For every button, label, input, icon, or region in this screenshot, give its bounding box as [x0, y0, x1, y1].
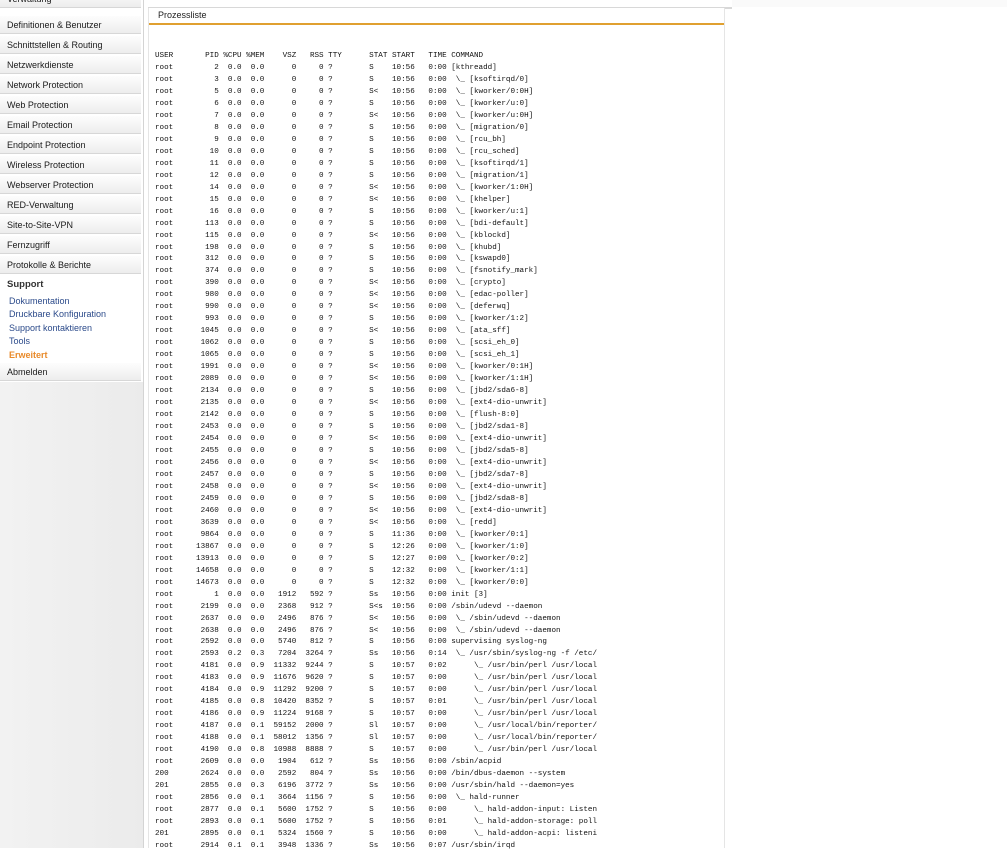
nav-item-web-protection[interactable]: Web Protection	[0, 95, 141, 114]
process-list: USER PID %CPU %MEM VSZ RSS TTY STAT STAR…	[155, 52, 598, 850]
nav-item-wireless-protection[interactable]: Wireless Protection	[0, 155, 141, 174]
content-panel: Prozessliste USER PID %CPU %MEM VSZ RSS …	[148, 8, 725, 850]
sidebar-background	[0, 382, 143, 848]
support-heading[interactable]: Support	[7, 279, 43, 290]
nav-item-netzwerkdienste[interactable]: Netzwerkdienste	[0, 55, 141, 74]
support-link-dokumentation[interactable]: Dokumentation	[9, 296, 70, 306]
top-divider-right	[732, 0, 1007, 7]
tab-underline	[149, 23, 724, 25]
support-link-tools[interactable]: Tools	[9, 336, 30, 346]
support-link-erweitert[interactable]: Erweitert	[9, 350, 48, 360]
support-link-support-kontaktieren[interactable]: Support kontaktieren	[9, 323, 92, 333]
nav-item-verwaltung[interactable]: Verwaltung	[0, 0, 141, 8]
nav-item-fernzugriff[interactable]: Fernzugriff	[0, 235, 141, 254]
nav-item-endpoint-protection[interactable]: Endpoint Protection	[0, 135, 141, 154]
nav-item-webserver-protection[interactable]: Webserver Protection	[0, 175, 141, 194]
tab-prozessliste[interactable]: Prozessliste	[158, 10, 207, 20]
nav-item-network-protection[interactable]: Network Protection	[0, 75, 141, 94]
logout-button[interactable]: Abmelden	[0, 362, 141, 381]
nav-item-schnittstellen-routing[interactable]: Schnittstellen & Routing	[0, 35, 141, 54]
nav-item-red-verwaltung[interactable]: RED-Verwaltung	[0, 195, 141, 214]
nav-item-definitionen-benutzer[interactable]: Definitionen & Benutzer	[0, 15, 141, 34]
sidebar: Verwaltung Definitionen & Benutzer Schni…	[0, 0, 144, 848]
nav-item-site-to-site-vpn[interactable]: Site-to-Site-VPN	[0, 215, 141, 234]
nav-item-protokolle-berichte[interactable]: Protokolle & Berichte	[0, 255, 141, 274]
support-link-druckbare-konfiguration[interactable]: Druckbare Konfiguration	[9, 309, 106, 319]
nav-item-email-protection[interactable]: Email Protection	[0, 115, 141, 134]
